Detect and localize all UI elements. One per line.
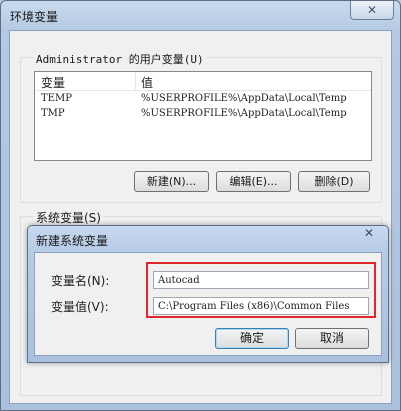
variable-name-input[interactable]: Autocad bbox=[153, 271, 369, 289]
variable-value: %USERPROFILE%\AppData\Local\Temp bbox=[141, 93, 347, 104]
variable-value-label: 变量值(V): bbox=[51, 300, 109, 314]
column-separator[interactable] bbox=[135, 72, 136, 90]
cancel-button[interactable]: 取消 bbox=[295, 328, 369, 349]
variable-name: TMP bbox=[41, 108, 65, 119]
list-header: 变量 值 bbox=[35, 72, 371, 91]
dialog-client-area: 变量名(N): Autocad 变量值(V): C:\Program Files… bbox=[34, 252, 382, 356]
list-item[interactable]: TEMP %USERPROFILE%\AppData\Local\Temp bbox=[35, 92, 371, 107]
user-variables-label: Administrator 的用户变量(U) bbox=[34, 51, 206, 67]
system-variables-label: 系统变量(S) bbox=[34, 209, 103, 226]
variable-value-input[interactable]: C:\Program Files (x86)\Common Files bbox=[153, 297, 369, 315]
variable-name-label: 变量名(N): bbox=[51, 274, 110, 288]
variable-value: %USERPROFILE%\AppData\Local\Temp bbox=[141, 108, 347, 119]
column-header-variable[interactable]: 变量 bbox=[41, 74, 65, 91]
column-header-value[interactable]: 值 bbox=[141, 74, 153, 91]
dialog-close-button[interactable]: ✕ bbox=[364, 226, 374, 240]
user-variables-list[interactable]: 变量 值 TEMP %USERPROFILE%\AppData\Local\Te… bbox=[34, 71, 372, 161]
new-user-variable-button[interactable]: 新建(N)... bbox=[134, 171, 209, 192]
dialog-title: 新建系统变量 bbox=[36, 234, 109, 248]
environment-variables-window: 环境变量 ✕ Administrator 的用户变量(U) 变量 值 TEMP … bbox=[0, 0, 401, 411]
variable-name: TEMP bbox=[41, 93, 72, 104]
edit-user-variable-button[interactable]: 编辑(E)... bbox=[216, 171, 291, 192]
close-icon: ✕ bbox=[363, 226, 374, 240]
list-item[interactable]: TMP %USERPROFILE%\AppData\Local\Temp bbox=[35, 107, 371, 122]
window-close-button[interactable]: ✕ bbox=[350, 1, 394, 20]
close-icon: ✕ bbox=[366, 3, 378, 17]
delete-user-variable-button[interactable]: 删除(D) bbox=[298, 171, 370, 192]
ok-button[interactable]: 确定 bbox=[215, 328, 289, 349]
new-system-variable-dialog: 新建系统变量 ✕ 变量名(N): Autocad 变量值(V): C:\Prog… bbox=[27, 225, 389, 363]
window-title: 环境变量 bbox=[10, 10, 59, 24]
